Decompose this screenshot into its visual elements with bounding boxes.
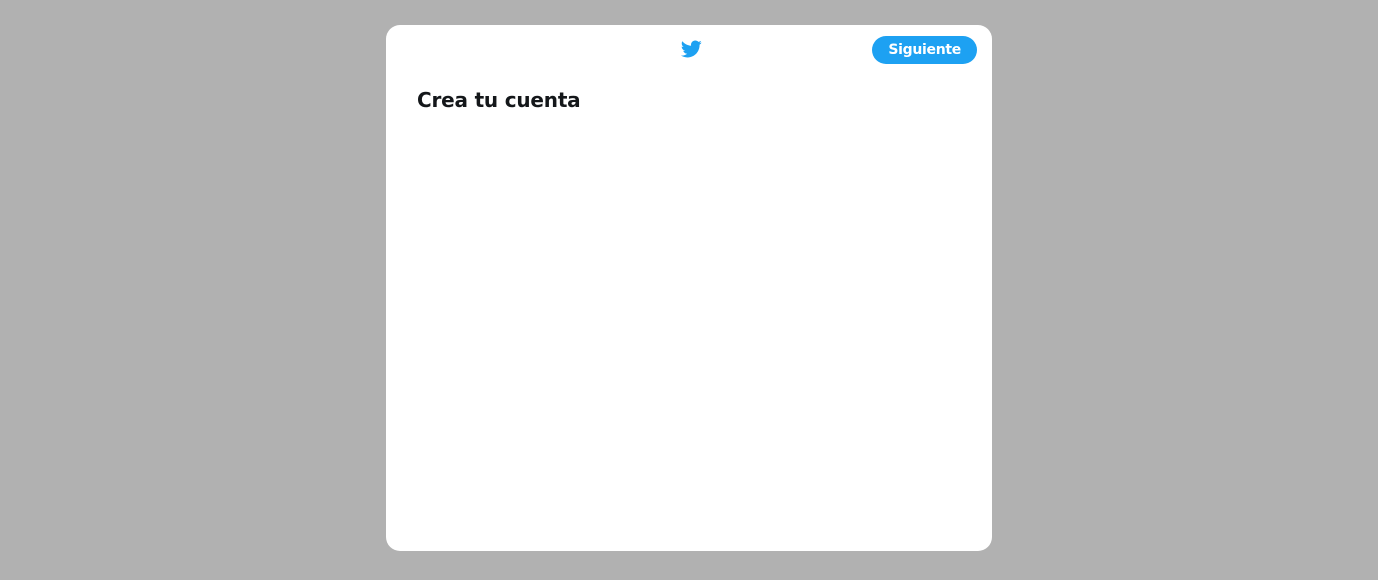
modal-header: Siguiente <box>386 25 992 75</box>
twitter-bird-icon <box>680 40 702 58</box>
modal-backdrop: Siguiente Crea tu cuenta <box>0 0 1378 580</box>
page-title: Crea tu cuenta <box>417 88 581 112</box>
signup-modal: Siguiente Crea tu cuenta <box>386 25 992 551</box>
next-button[interactable]: Siguiente <box>872 36 977 64</box>
